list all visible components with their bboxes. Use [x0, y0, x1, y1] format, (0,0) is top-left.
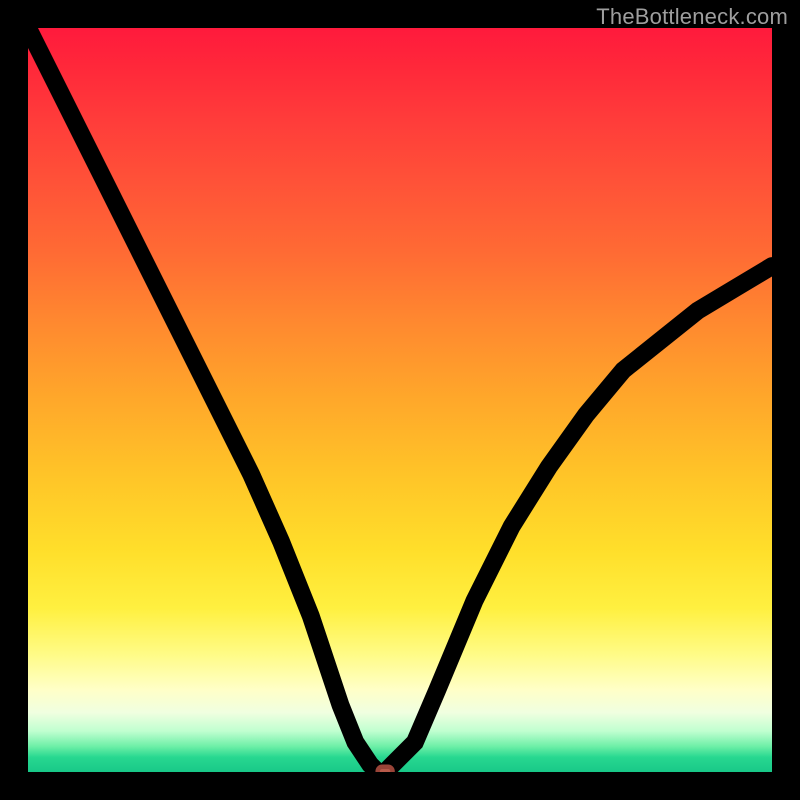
optimum-marker: [378, 767, 393, 772]
bottleneck-curve: [28, 28, 772, 772]
watermark-text: TheBottleneck.com: [596, 4, 788, 30]
curve-path: [28, 28, 772, 772]
chart-frame: TheBottleneck.com: [0, 0, 800, 800]
plot-area: [28, 28, 772, 772]
